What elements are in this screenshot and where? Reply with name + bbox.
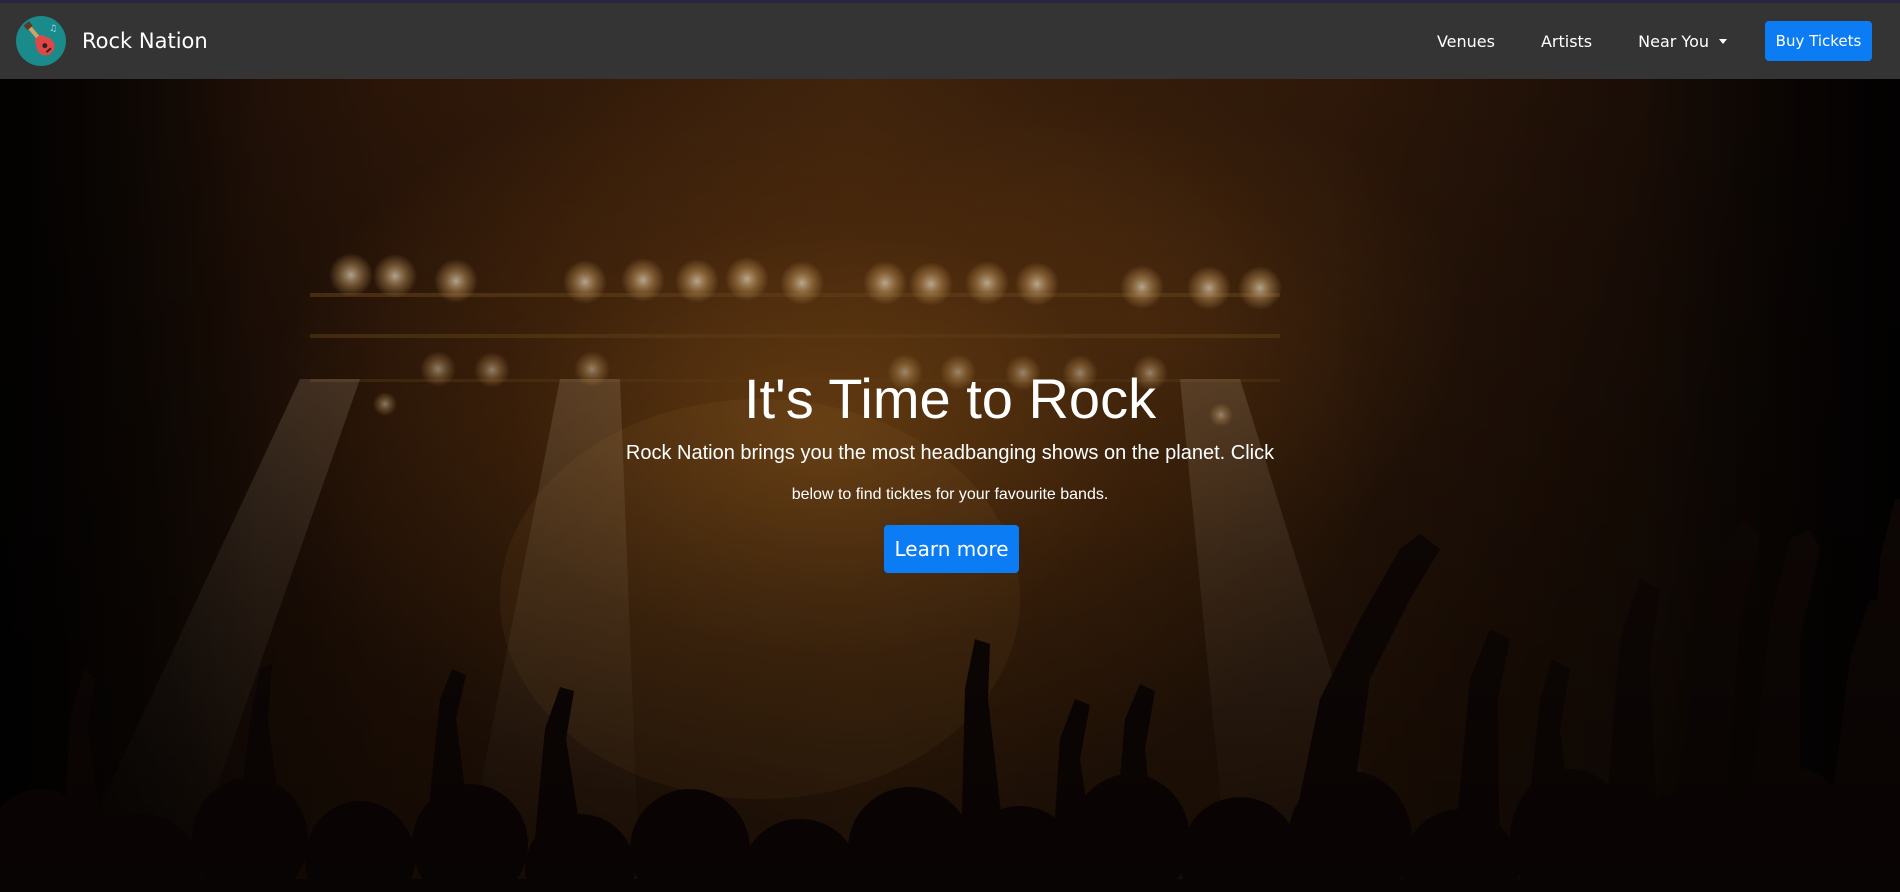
learn-more-button[interactable]: Learn more xyxy=(884,525,1019,573)
buy-tickets-button[interactable]: Buy Tickets xyxy=(1765,21,1872,61)
nav-dropdown-near-you[interactable]: Near You xyxy=(1638,32,1727,51)
navbar: ♫ Rock Nation Venues Artists Near You Bu… xyxy=(0,3,1900,79)
guitar-icon: ♫ xyxy=(16,16,66,66)
svg-text:♫: ♫ xyxy=(49,24,57,34)
hero-subtitle-line2: below to find ticktes for your favourite… xyxy=(791,486,1109,503)
nav-link-venues[interactable]: Venues xyxy=(1437,32,1495,51)
nav-link-artists[interactable]: Artists xyxy=(1541,32,1592,51)
hero-title: It's Time to Rock xyxy=(743,367,1157,430)
brand-name: Rock Nation xyxy=(82,29,208,53)
hero-section: It's Time to Rock Rock Nation brings you… xyxy=(0,79,1900,892)
brand-link[interactable]: ♫ Rock Nation xyxy=(16,16,208,66)
hero-content: It's Time to Rock Rock Nation brings you… xyxy=(0,79,1900,892)
hero-subtitle-line1: Rock Nation brings you the most headbang… xyxy=(625,442,1275,464)
nav-dropdown-label: Near You xyxy=(1638,31,1709,51)
caret-down-icon xyxy=(1719,38,1727,44)
nav-links: Venues Artists Near You Buy Tickets xyxy=(1437,21,1872,61)
